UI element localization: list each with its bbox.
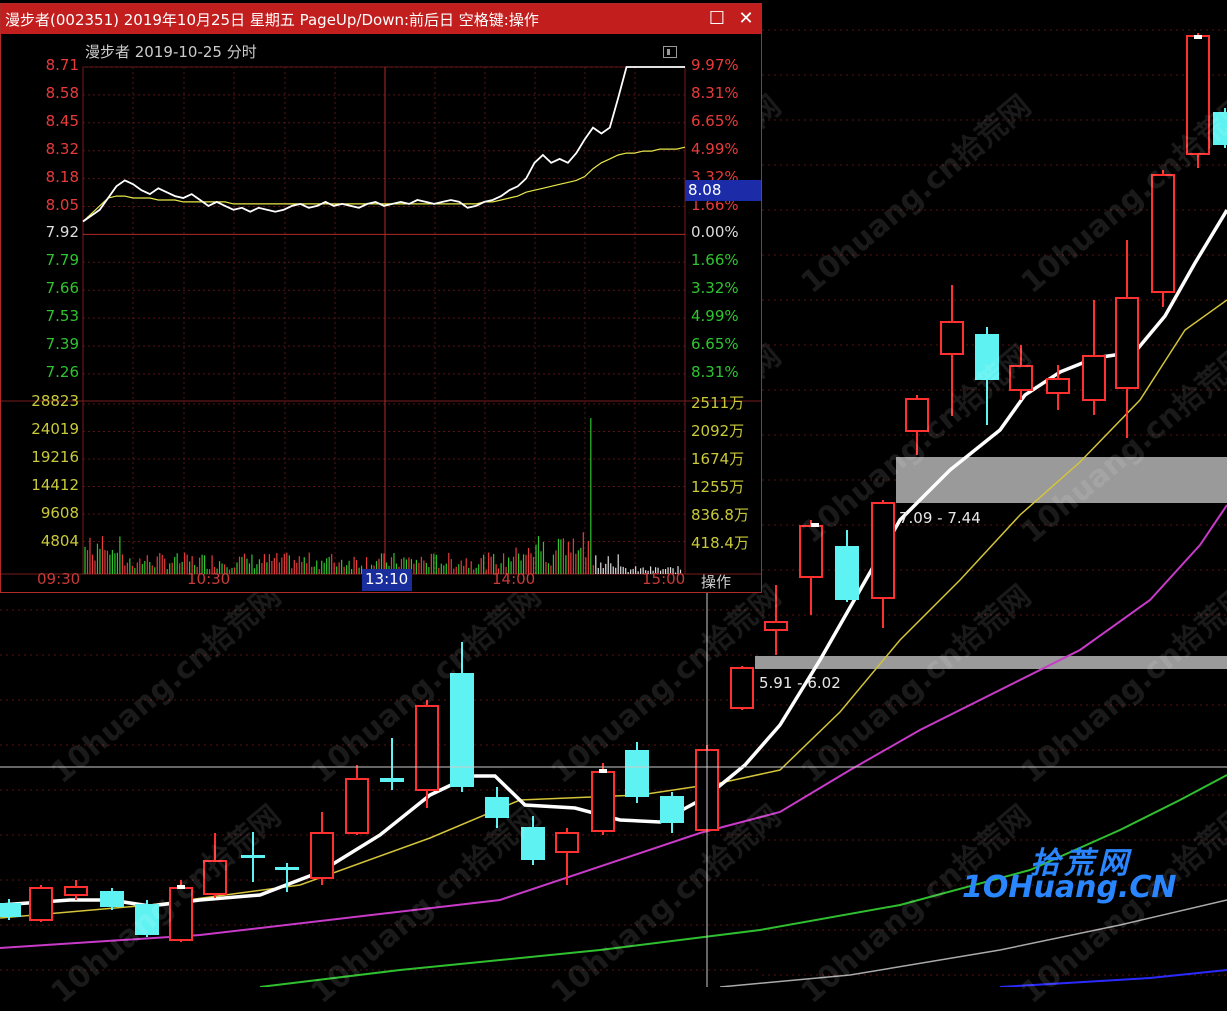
candlestick-down[interactable] bbox=[450, 642, 474, 792]
price-label: 7.39 bbox=[45, 335, 79, 353]
site-logo: 拾荒网 1OHuang.CN bbox=[962, 838, 1177, 913]
time-label: 14:00 bbox=[492, 570, 536, 588]
candlestick-up[interactable] bbox=[905, 395, 929, 455]
volume-label: 418.4万 bbox=[691, 534, 749, 552]
candlestick-down[interactable] bbox=[241, 832, 265, 882]
candlestick-down[interactable] bbox=[660, 792, 684, 833]
candlestick-down[interactable] bbox=[521, 816, 545, 865]
window-titlebar[interactable]: 漫步者(002351) 2019年10月25日 星期五 PageUp/Down:… bbox=[1, 4, 761, 34]
candlestick-up[interactable] bbox=[310, 812, 334, 885]
volume-label: 28823 bbox=[31, 392, 79, 410]
price-line bbox=[82, 66, 685, 223]
current-price-marker: 8.08 bbox=[685, 180, 761, 201]
percent-label: 3.32% bbox=[691, 279, 739, 298]
volume-label: 9608 bbox=[40, 504, 79, 522]
candlestick-down[interactable] bbox=[1213, 108, 1227, 148]
candlestick-up[interactable] bbox=[1046, 365, 1070, 410]
percent-label: 0.00% bbox=[691, 223, 739, 242]
price-label: 8.32 bbox=[45, 139, 79, 158]
candlestick-up[interactable] bbox=[345, 765, 369, 835]
candlestick-down[interactable] bbox=[625, 742, 649, 803]
price-label: 8.18 bbox=[45, 167, 79, 186]
candlestick-up[interactable] bbox=[555, 828, 579, 885]
candlestick-down[interactable] bbox=[100, 888, 124, 910]
percent-label: 6.65% bbox=[691, 335, 739, 353]
volume-label: 1674万 bbox=[691, 450, 745, 468]
price-label: 7.53 bbox=[45, 307, 79, 326]
candlestick-down[interactable] bbox=[380, 738, 404, 790]
candle-marker bbox=[599, 769, 607, 773]
candlestick-up[interactable] bbox=[29, 885, 53, 922]
support-zones bbox=[755, 457, 1227, 669]
volume-label: 4804 bbox=[40, 532, 79, 550]
price-label: 7.26 bbox=[45, 362, 79, 381]
zone-label-lower: 5.91 - 6.02 bbox=[759, 674, 841, 692]
candlestick-up[interactable] bbox=[1082, 300, 1106, 415]
volume-label: 1255万 bbox=[691, 478, 745, 496]
volume-label: 19216 bbox=[31, 448, 79, 466]
intraday-popup-window[interactable]: 漫步者(002351) 2019年10月25日 星期五 PageUp/Down:… bbox=[0, 3, 762, 593]
chart-frame bbox=[82, 66, 686, 575]
price-label: 8.71 bbox=[45, 56, 79, 74]
volume-label: 24019 bbox=[31, 420, 79, 438]
price-label: 7.66 bbox=[45, 279, 79, 298]
time-label: 13:10 bbox=[365, 570, 409, 588]
logo-text-en: 1OHuang.CN bbox=[962, 870, 1177, 905]
percent-label: 1.66% bbox=[691, 251, 739, 270]
candlestick-up[interactable] bbox=[64, 880, 88, 900]
zone-band-lower bbox=[755, 656, 1227, 669]
close-icon[interactable]: ✕ bbox=[734, 7, 758, 31]
candlestick-up[interactable] bbox=[940, 285, 964, 416]
price-label: 7.92 bbox=[45, 223, 79, 242]
panel-toggle-icon[interactable] bbox=[663, 46, 677, 58]
ma120-line bbox=[719, 899, 1227, 987]
percent-label: 4.99% bbox=[691, 307, 739, 326]
candlestick-down[interactable] bbox=[485, 787, 509, 828]
percent-label: 8.31% bbox=[691, 83, 739, 102]
intraday-header: 漫步者 2019-10-25 分时 bbox=[85, 43, 257, 61]
average-price-line bbox=[82, 146, 686, 222]
candlestick-up[interactable] bbox=[730, 666, 754, 710]
candlestick-up[interactable] bbox=[871, 500, 895, 628]
candlestick-down[interactable] bbox=[975, 327, 999, 425]
candlestick-up[interactable] bbox=[591, 763, 615, 835]
candlestick-up[interactable] bbox=[169, 880, 193, 942]
candlestick-down[interactable] bbox=[135, 900, 159, 937]
candlestick-down[interactable] bbox=[835, 530, 859, 602]
price-label: 8.45 bbox=[45, 111, 79, 130]
time-label: 15:00 bbox=[642, 570, 686, 588]
zone-label-upper: 7.09 - 7.44 bbox=[899, 509, 981, 527]
volume-label: 836.8万 bbox=[691, 506, 749, 524]
candlestick-up[interactable] bbox=[764, 585, 788, 655]
candlestick-up[interactable] bbox=[1186, 33, 1210, 168]
percent-label: 6.65% bbox=[691, 111, 739, 130]
zone-band-upper bbox=[896, 457, 1227, 503]
maximize-icon[interactable]: ☐ bbox=[705, 7, 729, 31]
window-title: 漫步者(002351) 2019年10月25日 星期五 PageUp/Down:… bbox=[5, 11, 539, 29]
volume-label: 2511万 bbox=[691, 394, 745, 412]
time-label: 09:30 bbox=[37, 570, 81, 588]
price-label: 8.05 bbox=[45, 195, 79, 214]
price-label: 7.79 bbox=[45, 251, 79, 270]
candlestick-up[interactable] bbox=[799, 520, 823, 615]
candle-marker bbox=[1194, 35, 1202, 39]
intraday-chart[interactable] bbox=[1, 34, 761, 592]
percent-label: 9.97% bbox=[691, 56, 739, 74]
percent-label: 8.31% bbox=[691, 362, 739, 381]
candle-marker bbox=[811, 523, 819, 527]
percent-label: 4.99% bbox=[691, 139, 739, 158]
volume-label: 14412 bbox=[31, 476, 79, 494]
price-label: 8.58 bbox=[45, 83, 79, 102]
candle-marker bbox=[177, 885, 185, 889]
candlestick-up[interactable] bbox=[1115, 240, 1139, 438]
time-label: 10:30 bbox=[187, 570, 231, 588]
candlestick-up[interactable] bbox=[1151, 170, 1175, 307]
volume-label: 2092万 bbox=[691, 422, 745, 440]
candlestick-up[interactable] bbox=[203, 833, 227, 898]
operate-button[interactable]: 操作 bbox=[701, 571, 731, 592]
ma250-line bbox=[999, 969, 1227, 987]
